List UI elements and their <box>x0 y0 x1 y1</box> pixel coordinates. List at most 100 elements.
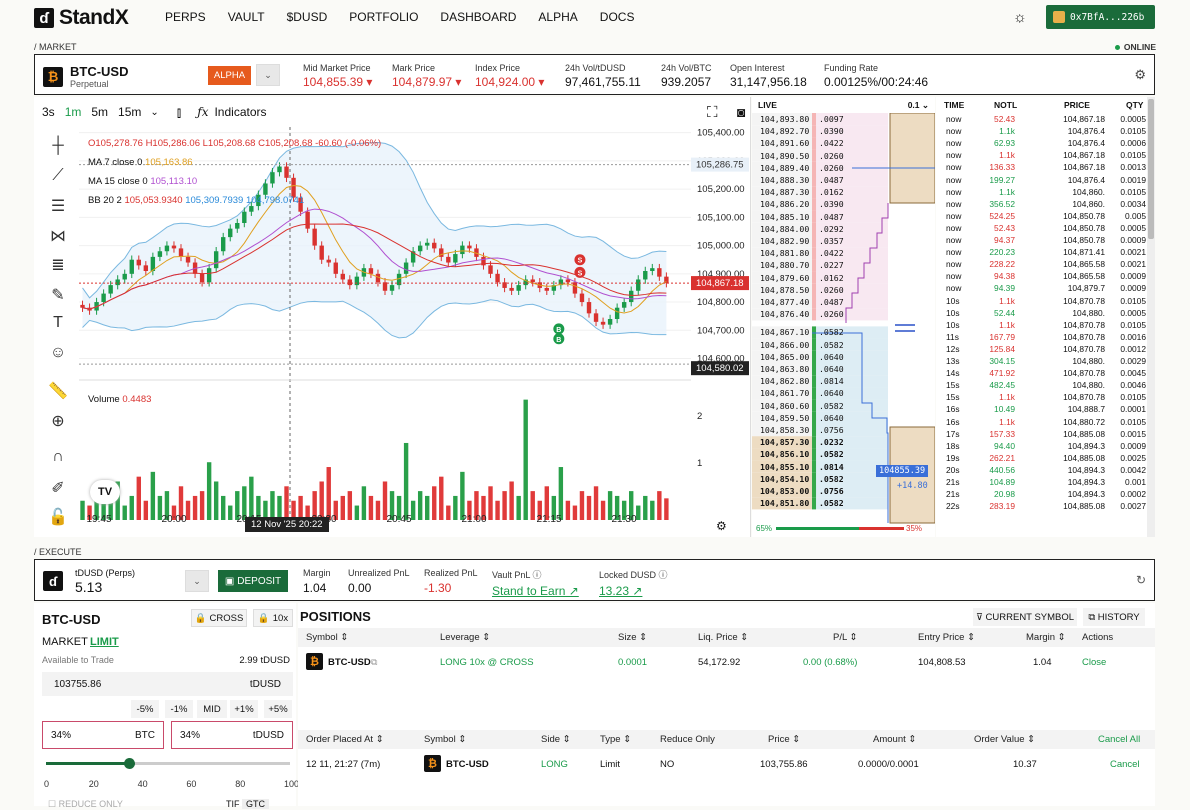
ask-row[interactable]: 104,893.80.0097 <box>752 113 935 125</box>
orders-col-3[interactable]: Type ⇕ <box>600 734 631 745</box>
magnet-icon[interactable]: ∩ <box>46 448 70 478</box>
positions-col-7[interactable]: Actions <box>1082 632 1113 643</box>
nav-item-docs[interactable]: DOCS <box>600 10 635 24</box>
bid-row[interactable]: 104,860.60.0582 <box>752 400 935 412</box>
bid-row[interactable]: 104,861.70.0640 <box>752 387 935 399</box>
deposit-button[interactable]: ▣ DEPOSIT <box>218 570 288 592</box>
nav-item-perps[interactable]: PERPS <box>165 10 206 24</box>
zoom-icon[interactable]: ⊕ <box>46 411 70 441</box>
ask-row[interactable]: 104,880.70.0227 <box>752 259 935 271</box>
ask-row[interactable]: 104,889.40.0260 <box>752 162 935 174</box>
size-slider[interactable] <box>46 758 290 769</box>
bid-row[interactable]: 104,858.30.0756 <box>752 424 935 436</box>
trades-scrollbar[interactable] <box>1147 97 1155 537</box>
symbol-dropdown-button[interactable]: ⌄ <box>256 64 280 86</box>
price-adjust-button[interactable]: -5% <box>131 700 159 718</box>
settings-gear-icon[interactable]: ⚙ <box>1134 67 1146 83</box>
price-adjust-button[interactable]: +5% <box>264 700 292 718</box>
ask-row[interactable]: 104,888.30.0487 <box>752 174 935 186</box>
orders-col-2[interactable]: Side ⇕ <box>541 734 571 745</box>
interval-dropdown-icon[interactable]: ⌄ <box>150 107 158 118</box>
positions-col-1[interactable]: Leverage ⇕ <box>440 632 490 643</box>
orders-col-1[interactable]: Symbol ⇕ <box>424 734 466 745</box>
positions-col-6[interactable]: Margin ⇕ <box>1026 632 1066 643</box>
nav-item-portfolio[interactable]: PORTFOLIO <box>349 10 418 24</box>
refresh-icon[interactable]: ↻ <box>1136 573 1146 587</box>
emoji-icon[interactable]: ☺ <box>46 344 70 374</box>
tab-limit[interactable]: LIMIT <box>90 636 119 648</box>
interval-5m[interactable]: 5m <box>91 105 108 119</box>
size-btc-input[interactable]: 34% BTC <box>42 721 164 749</box>
positions-col-4[interactable]: P/L ⇕ <box>833 632 858 643</box>
fullscreen-icon[interactable]: ⛶ <box>707 104 718 121</box>
current-symbol-filter[interactable]: ⊽ CURRENT SYMBOL <box>973 608 1077 626</box>
camera-icon[interactable]: ◙ <box>737 104 745 120</box>
account-dropdown-button[interactable]: ⌄ <box>185 570 209 592</box>
interval-15m[interactable]: 15m <box>118 105 141 119</box>
candle-type-icon[interactable]: ⫾ <box>177 104 181 121</box>
fib-icon[interactable]: ≣ <box>46 255 70 285</box>
lock-icon[interactable]: 🔓 <box>46 507 70 537</box>
ask-row[interactable]: 104,890.50.0260 <box>752 150 935 162</box>
bid-row[interactable]: 104,863.80.0640 <box>752 363 935 375</box>
account-stat-3[interactable]: Vault PnL ⓘ Stand to Earn ↗ <box>492 568 579 598</box>
bid-row[interactable]: 104,856.10.0582 <box>752 448 935 460</box>
indicators-icon[interactable]: ƒx <box>197 105 208 119</box>
symbol-selector[interactable]: ₿ BTC-USD Perpetual <box>43 64 129 89</box>
ask-row[interactable]: 104,881.80.0422 <box>752 247 935 259</box>
cancel-order-button[interactable]: Cancel <box>1110 759 1140 770</box>
nav-item-alpha[interactable]: ALPHA <box>538 10 577 24</box>
interval-3s[interactable]: 3s <box>42 105 55 119</box>
lock-draw-icon[interactable]: ✐ <box>46 478 70 508</box>
ask-row[interactable]: 104,886.20.0390 <box>752 198 935 210</box>
reduce-only-checkbox[interactable]: ☐ REDUCE ONLY <box>48 799 123 810</box>
wallet-button[interactable]: 0x7BfA...226b <box>1046 5 1155 29</box>
orders-col-0[interactable]: Order Placed At ⇕ <box>306 734 384 745</box>
bid-row[interactable]: 104,865.00.0640 <box>752 351 935 363</box>
ask-row[interactable]: 104,878.50.0260 <box>752 284 935 296</box>
orders-col-8[interactable]: Cancel All <box>1098 734 1140 745</box>
price-input[interactable]: 103755.86 tDUSD <box>42 672 293 696</box>
indicators-button[interactable]: Indicators <box>214 105 266 119</box>
nav-item-vault[interactable]: VAULT <box>228 10 265 24</box>
bid-row[interactable]: 104,867.10.0582 <box>752 326 935 338</box>
account-stat-4[interactable]: Locked DUSD ⓘ 13.23 ↗ <box>599 568 668 598</box>
price-adjust-button[interactable]: +1% <box>230 700 258 718</box>
positions-col-3[interactable]: Liq. Price ⇕ <box>698 632 748 643</box>
leverage-button[interactable]: 🔒 10x <box>253 609 293 627</box>
axis-settings-icon[interactable]: ⚙ <box>716 519 727 533</box>
external-link-icon[interactable]: ⧉ <box>371 657 377 668</box>
bid-row[interactable]: 104,857.30.0232 <box>752 436 935 448</box>
ask-row[interactable]: 104,885.10.0487 <box>752 211 935 223</box>
bid-row[interactable]: 104,851.80.0582 <box>752 497 935 509</box>
nav-item-dusd[interactable]: $DUSD <box>287 10 328 24</box>
logo[interactable]: ɗ StandX <box>34 6 129 30</box>
price-adjust-button[interactable]: -1% <box>165 700 193 718</box>
trendline-icon[interactable]: ⟋ <box>46 167 70 197</box>
ask-row[interactable]: 104,892.70.0390 <box>752 125 935 137</box>
brush-icon[interactable]: ✎ <box>46 285 70 315</box>
interval-1m[interactable]: 1m <box>65 105 82 119</box>
ask-row[interactable]: 104,882.90.0357 <box>752 235 935 247</box>
pattern-icon[interactable]: ⋈ <box>46 226 70 256</box>
size-tdusd-input[interactable]: 34% tDUSD <box>171 721 293 749</box>
close-position-button[interactable]: Close <box>1082 657 1106 668</box>
ask-row[interactable]: 104,879.60.0162 <box>752 272 935 284</box>
orders-col-7[interactable]: Order Value ⇕ <box>974 734 1035 745</box>
positions-col-5[interactable]: Entry Price ⇕ <box>918 632 975 643</box>
margin-mode-button[interactable]: 🔒 CROSS <box>191 609 247 627</box>
positions-col-2[interactable]: Size ⇕ <box>618 632 647 643</box>
ask-row[interactable]: 104,884.00.0292 <box>752 223 935 235</box>
tab-market[interactable]: MARKET <box>42 636 88 648</box>
bid-row[interactable]: 104,866.00.0582 <box>752 339 935 351</box>
bid-row[interactable]: 104,862.80.0814 <box>752 375 935 387</box>
ask-row[interactable]: 104,876.40.0260 <box>752 308 935 320</box>
ask-row[interactable]: 104,877.40.0487 <box>752 296 935 308</box>
history-button[interactable]: ⧉ HISTORY <box>1083 608 1145 626</box>
tif-selector[interactable]: TIF GTC <box>226 799 270 809</box>
price-adjust-button[interactable]: MID <box>197 700 227 718</box>
ruler-icon[interactable]: 📏 <box>46 381 70 411</box>
text-icon[interactable]: T <box>46 314 70 344</box>
ask-row[interactable]: 104,891.60.0422 <box>752 137 935 149</box>
bid-row[interactable]: 104,859.50.0640 <box>752 412 935 424</box>
